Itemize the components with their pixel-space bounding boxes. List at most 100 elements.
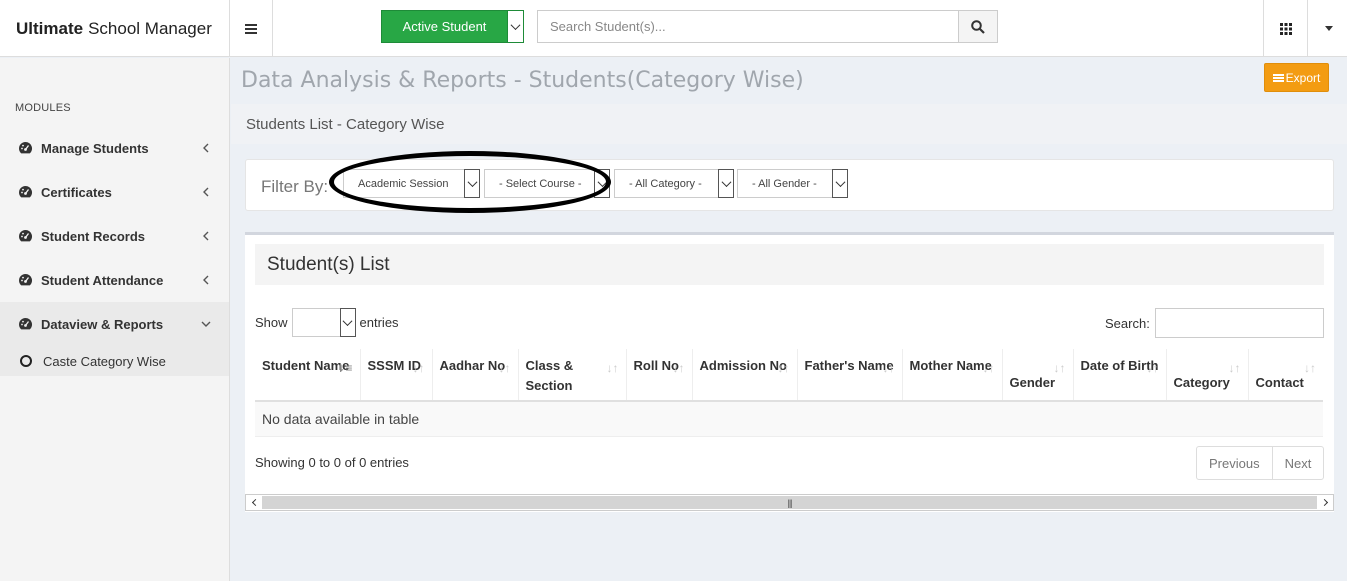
active-student-button[interactable]: Active Student <box>381 10 507 43</box>
student-search-input[interactable] <box>538 11 958 42</box>
scroll-left-button[interactable] <box>246 495 262 510</box>
column-header-sssm-id[interactable]: SSSM ID ↓↑ <box>360 349 433 402</box>
show-label: Show <box>255 315 288 330</box>
next-page-button[interactable]: Next <box>1273 447 1324 479</box>
course-select[interactable]: - Select Course - <box>484 169 610 198</box>
sidebar-item-student-records[interactable]: Student Records <box>0 214 229 258</box>
sidebar-subitem-label: Caste Category Wise <box>43 353 166 369</box>
sidebar-subitem-caste-category-wise[interactable]: Caste Category Wise <box>0 346 229 376</box>
sidebar-item-dataview-reports[interactable]: Dataview & Reports <box>0 302 229 346</box>
brand-bold: Ultimate <box>16 18 84 38</box>
column-header-contact[interactable]: Contact ↓↑ <box>1248 349 1323 402</box>
dashboard-icon <box>18 229 33 244</box>
entries-label: entries <box>359 315 399 330</box>
chevron-left-icon <box>203 143 209 153</box>
chevron-down-icon <box>339 308 356 337</box>
select-value: Academic Session <box>358 177 449 190</box>
chevron-left-icon <box>203 231 209 241</box>
chevron-down-icon <box>201 321 211 327</box>
column-header-class-section[interactable]: Class & Section ↓↑ <box>518 349 627 402</box>
chevron-left-icon <box>251 498 259 507</box>
column-header-roll-no[interactable]: Roll No ↓↑ <box>626 349 693 402</box>
previous-page-button[interactable]: Previous <box>1197 447 1273 479</box>
dashboard-icon <box>18 273 33 288</box>
table-info: Showing 0 to 0 of 0 entries <box>255 455 409 470</box>
page-subtitle: Students List - Category Wise <box>231 104 1347 144</box>
apps-grid-button[interactable] <box>1263 0 1308 57</box>
chevron-left-icon <box>203 275 209 285</box>
gender-select[interactable]: - All Gender - <box>737 169 848 198</box>
sidebar-item-label: Manage Students <box>41 140 149 156</box>
sort-icon: ↓↑ <box>882 361 895 375</box>
user-menu-dropdown[interactable] <box>1310 0 1347 57</box>
caret-down-icon <box>1324 26 1333 31</box>
category-select[interactable]: - All Category - <box>614 169 734 198</box>
grid-icon <box>1279 22 1292 35</box>
sort-icon: ↓↑ <box>982 361 995 375</box>
academic-session-select[interactable]: Academic Session <box>343 169 480 198</box>
active-student-dropdown[interactable]: Active Student <box>381 10 524 43</box>
column-header-category[interactable]: Category ↓↑ <box>1166 349 1249 402</box>
table-search-input[interactable] <box>1154 308 1324 338</box>
dashboard-icon <box>18 185 33 200</box>
sidebar-item-student-attendance[interactable]: Student Attendance <box>0 258 229 302</box>
scrollbar-thumb[interactable]: ||| <box>262 496 1317 509</box>
sidebar-item-manage-students[interactable]: Manage Students <box>0 126 229 170</box>
column-header-student-name[interactable]: Student Name ⇂≡ <box>255 349 361 402</box>
chevron-down-icon <box>510 20 521 31</box>
column-header-aadhar-no[interactable]: Aadhar No ↓↑ <box>432 349 519 402</box>
empty-table-message: No data available in table <box>255 401 1323 437</box>
column-header-fathers-name[interactable]: Father's Name ↓↑ <box>797 349 903 402</box>
sort-icon: ↓↑ <box>1146 361 1159 375</box>
search-icon <box>971 19 985 34</box>
export-label: Export <box>1285 70 1321 85</box>
page-title: Data Analysis & Reports - Students(Categ… <box>241 68 804 93</box>
table-search: Search: <box>1105 308 1324 338</box>
sidebar-toggle-button[interactable] <box>230 0 273 57</box>
top-header: Ultimate School Manager Active Student <box>0 0 1347 57</box>
chevron-down-icon <box>718 169 734 198</box>
app-brand[interactable]: Ultimate School Manager <box>0 0 230 57</box>
student-list-title: Student(s) List <box>255 244 1324 285</box>
circle-icon <box>20 355 32 367</box>
dashboard-icon <box>18 141 33 156</box>
dashboard-icon <box>18 317 33 332</box>
sort-icon: ↓↑ <box>412 361 425 375</box>
sidebar-item-label: Certificates <box>41 184 112 200</box>
horizontal-scrollbar[interactable]: ||| <box>245 494 1334 511</box>
chevron-down-icon <box>832 169 848 198</box>
table-header-row: Student Name ⇂≡ SSSM ID ↓↑ Aadhar No ↓↑ Cla… <box>255 349 1323 402</box>
select-value: - All Category - <box>629 177 702 190</box>
active-student-caret[interactable] <box>507 10 524 43</box>
select-value: - All Gender - <box>752 177 817 190</box>
brand-rest: School Manager <box>88 18 212 38</box>
entries-length-control: Show entries <box>255 308 399 337</box>
scroll-right-button[interactable] <box>1317 495 1333 510</box>
student-list-panel: Student(s) List Show entries Search: Stu… <box>245 232 1334 512</box>
pagination: Previous Next <box>1196 446 1325 480</box>
select-value: - Select Course - <box>499 177 582 190</box>
chevron-down-icon <box>594 169 610 198</box>
list-icon <box>1272 76 1284 79</box>
column-header-gender[interactable]: Gender ↓↑ <box>1002 349 1074 402</box>
search-button[interactable] <box>958 11 997 42</box>
sort-icon: ↓↑ <box>606 361 619 375</box>
filter-label: Filter By: <box>261 177 329 196</box>
sort-icon: ↓↑ <box>1304 361 1316 375</box>
sidebar-section-label: MODULES <box>15 102 71 114</box>
column-header-date-of-birth[interactable]: Date of Birth ↓↑ <box>1073 349 1167 402</box>
entries-select[interactable] <box>291 308 356 337</box>
student-search <box>537 10 998 43</box>
chevron-left-icon <box>203 187 209 197</box>
sidebar-item-label: Dataview & Reports <box>41 316 164 332</box>
sidebar-item-label: Student Attendance <box>41 272 164 288</box>
hamburger-icon <box>245 27 257 30</box>
column-header-mother-name[interactable]: Mother Name ↓↑ <box>902 349 1003 402</box>
chevron-down-icon <box>464 169 480 198</box>
sort-icon: ↓↑ <box>777 361 790 375</box>
sort-icon: ↓↑ <box>1053 361 1066 375</box>
column-header-admission-no[interactable]: Admission No ↓↑ <box>692 349 798 402</box>
sidebar-item-certificates[interactable]: Certificates <box>0 170 229 214</box>
export-button[interactable]: Export <box>1264 63 1329 92</box>
search-label: Search: <box>1105 315 1150 331</box>
